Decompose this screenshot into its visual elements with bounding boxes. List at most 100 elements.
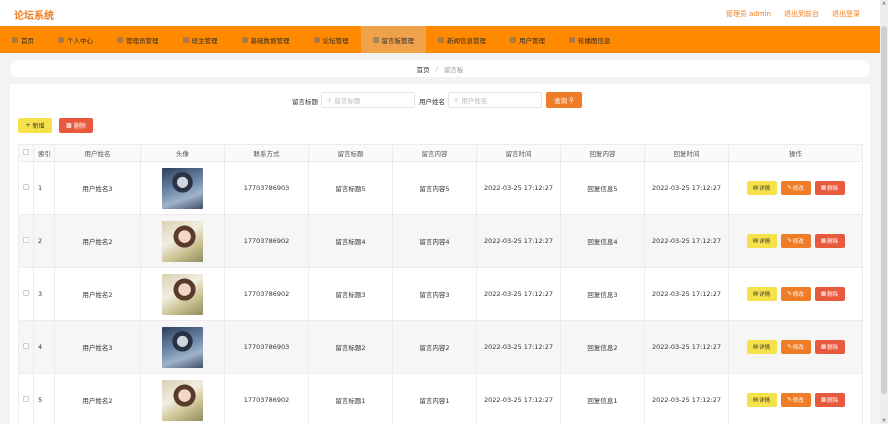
title-search-input[interactable]: ⚲ 留言标题 xyxy=(321,92,415,108)
nav-item[interactable]: 新闻信息管理 xyxy=(426,26,498,53)
pencil-icon: ✎ xyxy=(787,397,792,403)
row-actions-cell: ▤ 详情 ✎ 修改 ▩ 删除 xyxy=(728,373,863,424)
cell-username: 用户姓名2 xyxy=(54,373,141,424)
back-to-front-link[interactable]: 退出到前台 xyxy=(784,9,819,19)
column-header: 回复时间 xyxy=(644,144,729,162)
row-select-cell xyxy=(18,161,34,215)
batch-delete-button[interactable]: ▩ 删除 xyxy=(59,118,93,133)
file-icon: ▤ xyxy=(752,291,759,297)
nav-item-label: 首页 xyxy=(21,36,34,45)
nav-item[interactable]: 基础数据管理 xyxy=(230,26,302,53)
edit-button[interactable]: ✎ 修改 xyxy=(780,340,811,354)
cell-phone: 17703786902 xyxy=(224,267,309,321)
cell-time: 2022-03-25 17:12:27 xyxy=(476,161,561,215)
row-checkbox[interactable] xyxy=(23,343,29,349)
file-icon: ▤ xyxy=(752,344,759,350)
cell-reply-time: 2022-03-25 17:12:27 xyxy=(644,373,729,424)
column-header: 操作 xyxy=(728,144,863,162)
cell-content: 留言内容3 xyxy=(392,267,477,321)
nav-item[interactable]: 轮播图信息 xyxy=(557,26,623,53)
row-actions-cell: ▤ 详情 ✎ 修改 ▩ 删除 xyxy=(728,161,863,215)
nav-item[interactable]: 用户管理 xyxy=(498,26,557,53)
header-actions: 管理员 admin 退出到前台 退出登录 xyxy=(726,9,860,19)
breadcrumb-home[interactable]: 首页 xyxy=(417,64,430,74)
nav-item[interactable]: 班主管理 xyxy=(171,26,230,53)
table-row: 3 用户姓名2 17703786902 留言标题3 留言内容3 2022-03-25 17… xyxy=(18,267,863,321)
search-button[interactable]: 查询 ⚲ xyxy=(546,92,582,108)
cell-title: 留言标题5 xyxy=(308,161,393,215)
scrollbar-thumb[interactable] xyxy=(881,26,887,394)
column-header: 头像 xyxy=(140,144,225,162)
username-search-input[interactable]: ⚲ 用户姓名 xyxy=(448,92,542,108)
cell-username: 用户姓名3 xyxy=(54,320,141,374)
search-icon: ⚲ xyxy=(454,96,459,104)
pencil-icon: ✎ xyxy=(787,291,792,297)
cell-reply-time: 2022-03-25 17:12:27 xyxy=(644,214,729,268)
cell-reply: 回复信息4 xyxy=(560,214,645,268)
row-checkbox[interactable] xyxy=(23,184,29,190)
row-index: 2 xyxy=(33,214,55,268)
row-actions-cell: ▤ 详情 ✎ 修改 ▩ 删除 xyxy=(728,214,863,268)
logout-link[interactable]: 退出登录 xyxy=(832,9,860,19)
scroll-up-arrow-icon[interactable]: ▲ xyxy=(881,0,887,6)
edit-button[interactable]: ✎ 修改 xyxy=(780,287,811,301)
delete-button[interactable]: ▩ 删除 xyxy=(814,234,845,248)
edit-button[interactable]: ✎ 修改 xyxy=(780,234,811,248)
row-actions: ▤ 详情 ✎ 修改 ▩ 删除 xyxy=(729,340,862,354)
column-header: 留言内容 xyxy=(392,144,477,162)
table-row: 4 用户姓名3 17703786903 留言标题2 留言内容2 2022-03-25 17… xyxy=(18,320,863,374)
nav-item[interactable]: 留言板管理 xyxy=(360,26,426,53)
detail-button-label: 详情 xyxy=(759,398,771,404)
detail-button[interactable]: ▤ 详情 xyxy=(746,393,777,407)
plus-icon: + xyxy=(25,122,31,129)
nav-item-label: 留言板管理 xyxy=(381,36,415,45)
select-all-checkbox[interactable] xyxy=(23,149,29,155)
nav-item[interactable]: 个人中心 xyxy=(46,26,105,53)
detail-button[interactable]: ▤ 详情 xyxy=(746,181,777,195)
row-actions: ▤ 详情 ✎ 修改 ▩ 删除 xyxy=(729,234,862,248)
nav-item-label: 个人中心 xyxy=(67,36,93,45)
cell-phone: 17703786903 xyxy=(224,161,309,215)
edit-button[interactable]: ✎ 修改 xyxy=(780,393,811,407)
nav-item-label: 论坛管理 xyxy=(322,36,349,45)
cell-username: 用户姓名2 xyxy=(54,214,141,268)
delete-button[interactable]: ▩ 删除 xyxy=(814,340,845,354)
admin-icon xyxy=(117,36,123,43)
avatar-cell xyxy=(140,373,225,424)
edit-button[interactable]: ✎ 修改 xyxy=(780,181,811,195)
nav-item[interactable]: 首页 xyxy=(0,26,46,53)
delete-button[interactable]: ▩ 删除 xyxy=(814,393,845,407)
row-checkbox[interactable] xyxy=(23,396,29,402)
home-icon xyxy=(12,36,18,43)
trash-icon: ▩ xyxy=(820,185,827,191)
nav-item[interactable]: 管理员管理 xyxy=(105,26,171,53)
scroll-down-arrow-icon[interactable]: ▼ xyxy=(881,418,887,424)
delete-button[interactable]: ▩ 删除 xyxy=(814,287,845,301)
admin-label: 管理员 admin xyxy=(725,10,771,18)
pencil-icon: ✎ xyxy=(787,185,792,191)
column-header: 留言时间 xyxy=(476,144,561,162)
avatar xyxy=(162,167,203,209)
add-button[interactable]: + 新增 xyxy=(18,118,52,133)
detail-button[interactable]: ▤ 详情 xyxy=(746,234,777,248)
title-search-placeholder: 留言标题 xyxy=(334,97,361,105)
detail-button[interactable]: ▤ 详情 xyxy=(746,287,777,301)
detail-button-label: 详情 xyxy=(759,239,771,245)
delete-button[interactable]: ▩ 删除 xyxy=(814,181,845,195)
row-checkbox[interactable] xyxy=(23,237,29,243)
main-nav: 首页 个人中心 管理员管理 班主管理 基础数据管理 论坛管理 留言板管理 新闻信息管理 用户管理… xyxy=(0,26,880,53)
cell-reply-time: 2022-03-25 17:12:27 xyxy=(644,267,729,321)
content-panel: 留言标题 ⚲ 留言标题 用户姓名 ⚲ 用户姓名 查询 ⚲ + 新增 ▩ 删除 索… xyxy=(10,84,870,424)
nav-item-label: 基础数据管理 xyxy=(250,36,290,45)
search-bar: 留言标题 ⚲ 留言标题 用户姓名 ⚲ 用户姓名 查询 ⚲ xyxy=(10,92,870,108)
nav-item[interactable]: 论坛管理 xyxy=(302,26,361,53)
title-search-label: 留言标题 xyxy=(292,98,318,106)
vertical-scrollbar[interactable]: ▲ ▼ xyxy=(880,0,888,424)
file-icon: ▤ xyxy=(752,185,759,191)
row-checkbox[interactable] xyxy=(23,290,29,296)
cell-content: 留言内容5 xyxy=(392,161,477,215)
breadcrumb-separator: / xyxy=(435,64,438,73)
cell-content: 留言内容2 xyxy=(392,320,477,374)
detail-button[interactable]: ▤ 详情 xyxy=(746,340,777,354)
carousel-icon xyxy=(569,36,575,43)
